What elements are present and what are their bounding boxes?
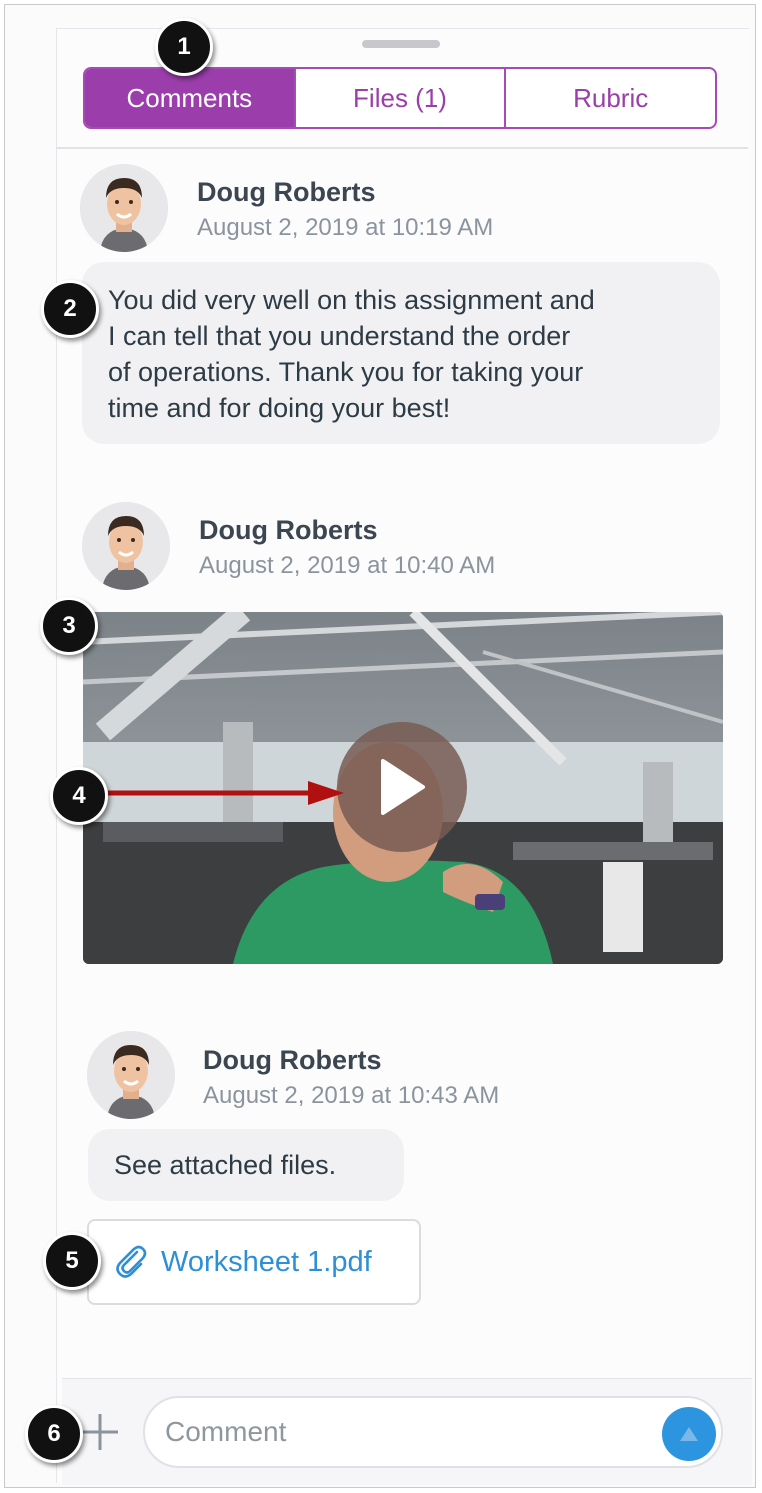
comment-timestamp: August 2, 2019 at 10:19 AM <box>197 214 494 241</box>
attachment-filename: Worksheet 1.pdf <box>161 1245 372 1278</box>
comment-timestamp: August 2, 2019 at 10:40 AM <box>199 552 496 579</box>
tabs-divider <box>56 147 748 149</box>
send-button[interactable] <box>662 1407 716 1461</box>
attachment-button[interactable]: Worksheet 1.pdf <box>87 1219 421 1305</box>
avatar-face-icon <box>80 164 168 252</box>
send-arrow-icon <box>680 1427 698 1441</box>
comment-timestamp: August 2, 2019 at 10:43 AM <box>203 1082 500 1109</box>
tab-rubric[interactable]: Rubric <box>506 69 715 127</box>
drag-handle[interactable] <box>362 40 440 48</box>
comment-author: Doug Roberts <box>203 1045 382 1075</box>
play-icon <box>381 759 425 815</box>
paperclip-icon <box>116 1245 147 1278</box>
tab-comments[interactable]: Comments <box>85 69 296 127</box>
tab-files[interactable]: Files (1) <box>296 69 507 127</box>
comment-author: Doug Roberts <box>199 515 378 545</box>
annotation-arrow-icon <box>108 781 344 805</box>
avatar[interactable] <box>82 502 170 590</box>
segmented-tabs: Comments Files (1) Rubric <box>83 67 717 129</box>
comment-input[interactable] <box>143 1396 723 1468</box>
comment-text-line: of operations. Thank you for taking your <box>108 357 584 387</box>
callout-marker: 4 <box>50 767 108 825</box>
comment-text: See attached files. <box>114 1150 337 1180</box>
comment-bubble: You did very well on this assignment and… <box>82 262 720 444</box>
callout-marker: 3 <box>40 597 98 655</box>
callout-marker: 2 <box>41 280 99 338</box>
comment-text-line: I can tell that you understand the order <box>108 321 571 351</box>
callout-marker: 1 <box>155 18 213 76</box>
comment-author: Doug Roberts <box>197 177 376 207</box>
callout-marker: 5 <box>43 1232 101 1290</box>
comment-text-line: You did very well on this assignment and <box>108 285 595 315</box>
play-button[interactable] <box>337 722 467 852</box>
avatar[interactable] <box>80 164 168 252</box>
plus-icon[interactable] <box>78 1410 122 1454</box>
avatar-face-icon <box>82 502 170 590</box>
comment-text-line: time and for doing your best! <box>108 393 451 423</box>
avatar-face-icon <box>87 1031 175 1119</box>
avatar[interactable] <box>87 1031 175 1119</box>
callout-marker: 6 <box>25 1405 83 1463</box>
comment-bubble: See attached files. <box>88 1129 404 1201</box>
